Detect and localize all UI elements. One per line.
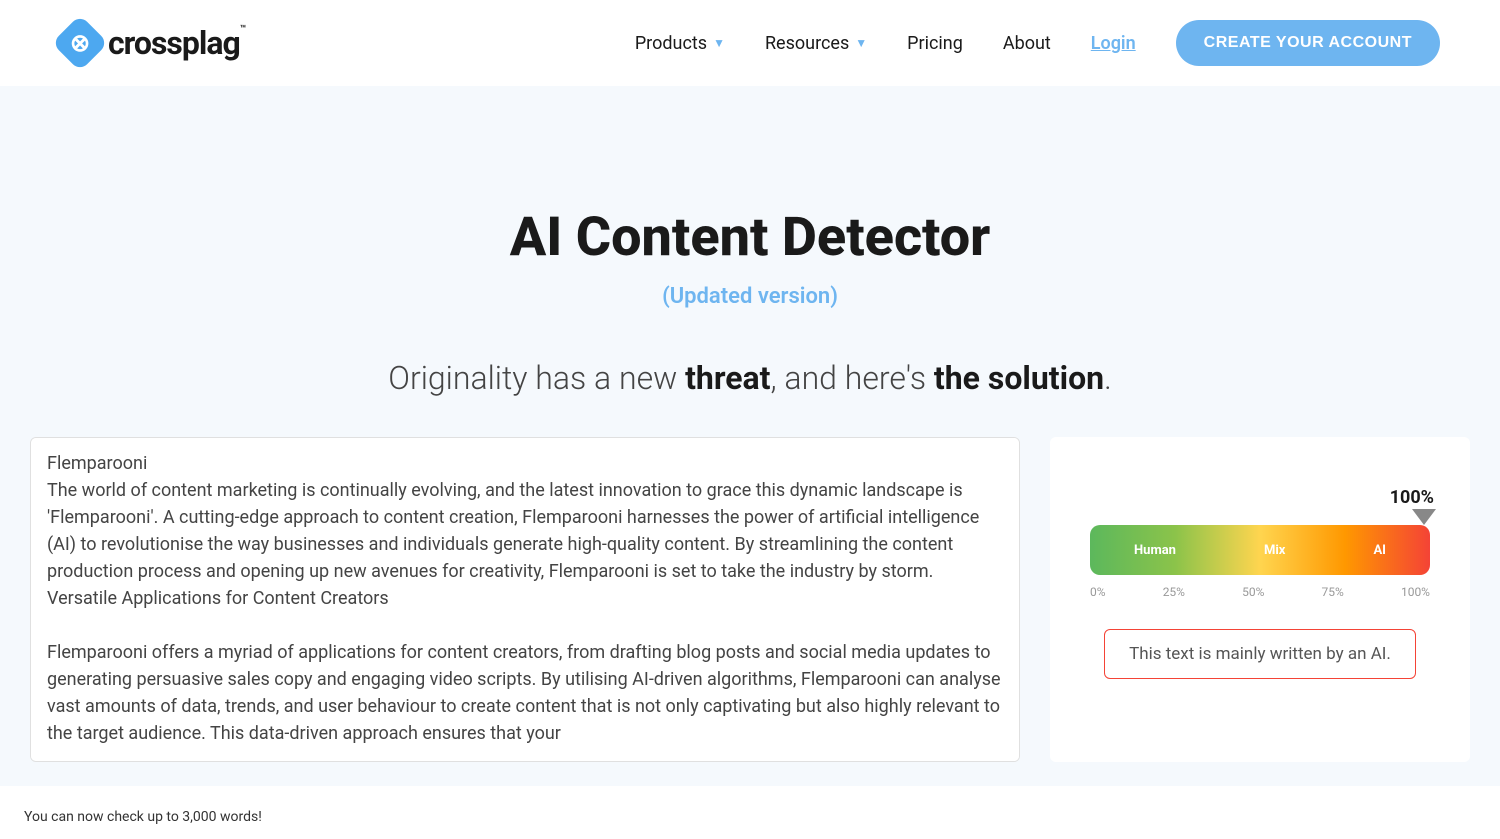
gauge-label-mix: Mix: [1264, 543, 1285, 558]
nav-products-label: Products: [635, 33, 707, 54]
logo[interactable]: ⊗ crossplag™: [60, 23, 245, 63]
result-message: This text is mainly written by an AI.: [1104, 629, 1416, 679]
main-nav: Products ▼ Resources ▼ Pricing About Log…: [635, 20, 1440, 66]
tick-75: 75%: [1322, 585, 1344, 599]
text-input-wrapper: [30, 437, 1020, 762]
tick-25: 25%: [1163, 585, 1185, 599]
logo-icon: ⊗: [52, 15, 109, 72]
footer-note: You can now check up to 3,000 words!: [24, 809, 262, 825]
nav-resources-label: Resources: [765, 33, 849, 54]
gauge-label-ai: AI: [1373, 543, 1386, 558]
gauge-pointer-icon: [1412, 509, 1436, 525]
gauge-label-human: Human: [1134, 543, 1176, 558]
tick-0: 0%: [1090, 585, 1106, 599]
tagline: Originality has a new threat, and here's…: [30, 359, 1470, 397]
tick-50: 50%: [1242, 585, 1264, 599]
tick-100: 100%: [1401, 585, 1430, 599]
gauge-percentage: 100%: [1390, 487, 1434, 508]
logo-text: crossplag™: [108, 24, 245, 62]
gauge-bar: Human Mix AI: [1090, 525, 1430, 575]
gauge: 100% Human Mix AI 0% 25% 50% 75% 100%: [1090, 507, 1430, 599]
hero-section: AI Content Detector (Updated version) Or…: [0, 86, 1500, 786]
content-textarea[interactable]: [31, 438, 1019, 761]
login-link[interactable]: Login: [1091, 33, 1136, 54]
result-panel: 100% Human Mix AI 0% 25% 50% 75% 100% Th…: [1050, 437, 1470, 762]
header: ⊗ crossplag™ Products ▼ Resources ▼ Pric…: [0, 0, 1500, 86]
nav-about[interactable]: About: [1003, 33, 1051, 54]
nav-pricing[interactable]: Pricing: [907, 33, 963, 54]
page-subtitle: (Updated version): [30, 284, 1470, 309]
page-title: AI Content Detector: [30, 206, 1470, 269]
nav-resources[interactable]: Resources ▼: [765, 33, 867, 54]
gauge-ticks: 0% 25% 50% 75% 100%: [1090, 585, 1430, 599]
caret-down-icon: ▼: [855, 36, 867, 50]
nav-products[interactable]: Products ▼: [635, 33, 725, 54]
caret-down-icon: ▼: [713, 36, 725, 50]
content-area: 100% Human Mix AI 0% 25% 50% 75% 100% Th…: [30, 437, 1470, 762]
create-account-button[interactable]: CREATE YOUR ACCOUNT: [1176, 20, 1440, 66]
